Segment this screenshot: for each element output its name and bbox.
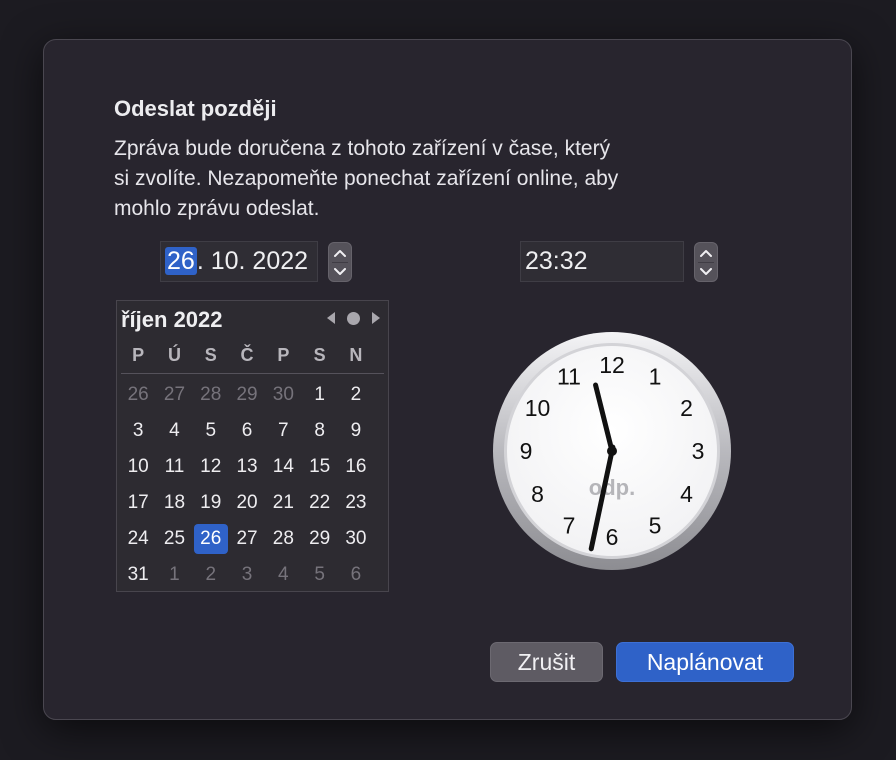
calendar-day[interactable]: 17 — [120, 485, 156, 521]
calendar-picker: říjen 2022 PÚSČPSN 26 27 28 29 30 1 2 3 4 5 6 7 8 9 10… — [116, 300, 389, 592]
clock-numeral: 9 — [520, 438, 533, 464]
dialog-description: Zpráva bude doručena z tohoto zařízení v… — [114, 134, 754, 224]
clock-numeral: 1 — [649, 364, 662, 390]
clock-center-pin — [607, 446, 617, 456]
clock-numeral: 4 — [680, 481, 693, 507]
calendar-navigation — [325, 311, 382, 325]
triangle-right-icon[interactable] — [370, 311, 382, 325]
triangle-left-icon[interactable] — [325, 311, 337, 325]
calendar-day[interactable]: 5 — [301, 557, 337, 593]
calendar-day[interactable]: 11 — [156, 449, 192, 485]
calendar-day[interactable]: 23 — [338, 485, 374, 521]
clock-period-label: odp. — [589, 475, 635, 500]
calendar-week-row: 24 25 26 27 28 29 30 — [120, 521, 386, 557]
date-month-segment[interactable]: 10. — [204, 247, 246, 275]
clock-numeral: 11 — [557, 364, 581, 390]
weekday-label: S — [204, 345, 217, 365]
calendar-month-title: říjen 2022 — [121, 307, 223, 332]
calendar-day[interactable]: 31 — [120, 557, 156, 593]
calendar-day[interactable]: 10 — [120, 449, 156, 485]
time-field[interactable]: 23:32 — [520, 241, 684, 282]
chevron-up-icon[interactable] — [329, 243, 351, 262]
clock-numeral: 5 — [649, 512, 662, 538]
description-line: Zpráva bude doručena z tohoto zařízení v… — [114, 137, 611, 160]
calendar-day[interactable]: 19 — [193, 485, 229, 521]
calendar-day[interactable]: 3 — [120, 413, 156, 449]
clock-numeral: 6 — [606, 524, 619, 550]
calendar-week-row: 17 18 19 20 21 22 23 — [120, 485, 386, 521]
clock-numeral: 2 — [680, 395, 693, 421]
clock-numeral: 12 — [599, 352, 625, 378]
description-line: si zvolíte. Nezapomeňte ponechat zařízen… — [114, 167, 619, 190]
calendar-day[interactable]: 6 — [338, 557, 374, 593]
calendar-day[interactable]: 28 — [193, 377, 229, 413]
calendar-day[interactable]: 4 — [156, 413, 192, 449]
calendar-day[interactable]: 24 — [120, 521, 156, 557]
calendar-day[interactable]: 20 — [229, 485, 265, 521]
calendar-day[interactable]: 3 — [229, 557, 265, 593]
clock-numeral: 3 — [692, 438, 705, 464]
calendar-day[interactable]: 1 — [301, 377, 337, 413]
weekday-label: Ú — [167, 345, 181, 365]
date-year-segment[interactable]: 2022 — [245, 247, 308, 275]
calendar-day[interactable]: 30 — [265, 377, 301, 413]
calendar-day[interactable]: 29 — [229, 377, 265, 413]
calendar-grid: 26 27 28 29 30 1 2 3 4 5 6 7 8 9 10 11 12 13 14 15 16 17 18 19 2… — [120, 377, 386, 593]
time-value[interactable]: 23:32 — [525, 247, 588, 275]
chevron-down-icon[interactable] — [329, 262, 351, 281]
calendar-day[interactable]: 2 — [338, 377, 374, 413]
calendar-day[interactable]: 9 — [338, 413, 374, 449]
calendar-day[interactable]: 14 — [265, 449, 301, 485]
chevron-up-icon[interactable] — [695, 243, 717, 262]
calendar-day[interactable]: 8 — [301, 413, 337, 449]
clock-numeral: 8 — [531, 481, 544, 507]
calendar-day-selected[interactable]: 26 — [193, 524, 228, 554]
chevron-down-icon[interactable] — [695, 262, 717, 281]
calendar-day[interactable]: 26 — [120, 377, 156, 413]
calendar-day[interactable]: 27 — [156, 377, 192, 413]
date-stepper[interactable] — [328, 242, 352, 282]
calendar-week-row: 3456789 — [120, 413, 386, 449]
weekday-label: S — [313, 345, 326, 365]
calendar-day[interactable]: 21 — [265, 485, 301, 521]
description-line: mohlo zprávu odeslat. — [114, 197, 320, 220]
calendar-day[interactable]: 29 — [301, 521, 337, 557]
calendar-week-row: 31 1 2 3 4 5 6 — [120, 557, 386, 593]
weekday-label: P — [277, 345, 290, 365]
weekday-header: PÚSČPSN — [120, 345, 386, 366]
calendar-day[interactable]: 27 — [229, 521, 265, 557]
weekday-label: N — [349, 345, 363, 365]
calendar-day[interactable]: 16 — [338, 449, 374, 485]
date-separator: . — [196, 247, 204, 275]
calendar-week-row: 10 11 12 13 14 15 16 — [120, 449, 386, 485]
time-stepper[interactable] — [694, 242, 718, 282]
calendar-day[interactable]: 25 — [156, 521, 192, 557]
calendar-day[interactable]: 7 — [265, 413, 301, 449]
calendar-day[interactable]: 28 — [265, 521, 301, 557]
dialog-title: Odeslat později — [114, 96, 277, 121]
weekday-label: P — [132, 345, 145, 365]
calendar-day[interactable]: 4 — [265, 557, 301, 593]
calendar-day[interactable]: 22 — [301, 485, 337, 521]
date-day-segment[interactable]: 26 — [165, 247, 197, 275]
calendar-day[interactable]: 6 — [229, 413, 265, 449]
calendar-divider — [121, 373, 384, 374]
calendar-day[interactable]: 30 — [338, 521, 374, 557]
cancel-button[interactable]: Zrušit — [490, 642, 603, 682]
clock-numeral: 10 — [525, 395, 551, 421]
clock-numeral: 7 — [563, 512, 576, 538]
calendar-day[interactable]: 12 — [193, 449, 229, 485]
calendar-day[interactable]: 2 — [193, 557, 229, 593]
calendar-week-row: 26 27 28 29 30 1 2 — [120, 377, 386, 413]
calendar-day[interactable]: 18 — [156, 485, 192, 521]
schedule-button[interactable]: Naplánovat — [616, 642, 794, 682]
calendar-day[interactable]: 13 — [229, 449, 265, 485]
calendar-day[interactable]: 5 — [193, 413, 229, 449]
date-field[interactable]: 26. 10. 2022 — [160, 241, 318, 282]
analog-clock[interactable]: 12 12 3 45 6 78 9 1011 odp. — [492, 331, 732, 571]
weekday-label: Č — [240, 345, 254, 365]
circle-today-icon[interactable] — [347, 311, 360, 325]
calendar-day[interactable]: 1 — [156, 557, 192, 593]
calendar-day[interactable]: 15 — [301, 449, 337, 485]
